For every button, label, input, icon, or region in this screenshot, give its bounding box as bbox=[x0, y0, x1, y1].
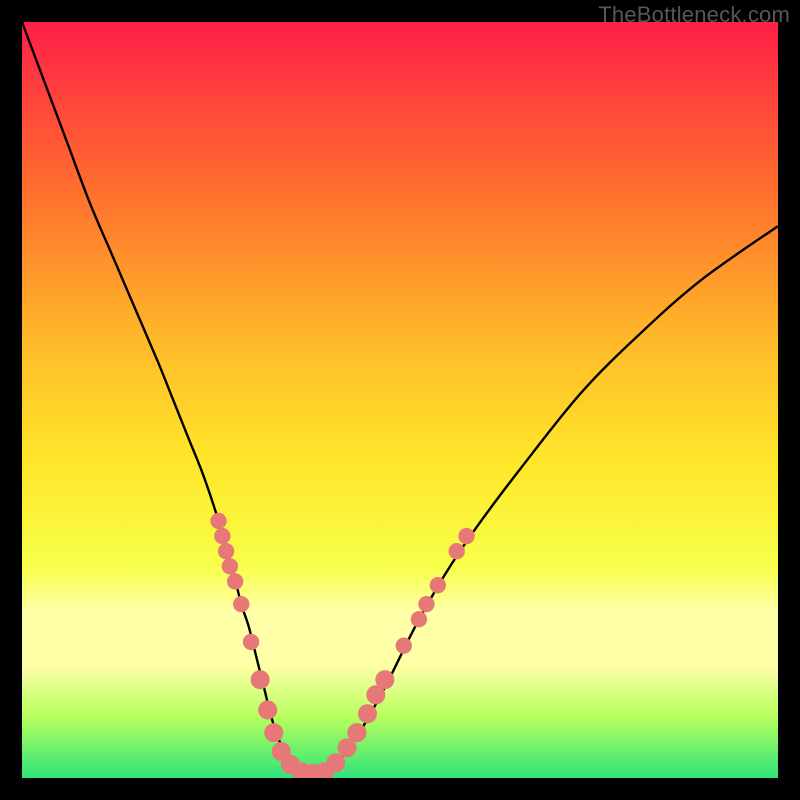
chart-svg bbox=[22, 22, 778, 778]
curve-marker bbox=[227, 573, 243, 589]
curve-marker bbox=[233, 596, 249, 612]
curve-marker bbox=[396, 638, 412, 654]
curve-marker bbox=[251, 670, 270, 689]
curve-marker bbox=[264, 723, 283, 742]
chart-frame: TheBottleneck.com bbox=[0, 0, 800, 800]
curve-marker bbox=[258, 700, 277, 719]
curve-marker bbox=[358, 704, 377, 723]
curve-marker bbox=[430, 577, 446, 593]
curve-marker bbox=[347, 723, 366, 742]
watermark-text: TheBottleneck.com bbox=[598, 2, 790, 28]
curve-marker bbox=[214, 528, 230, 544]
curve-marker bbox=[222, 558, 238, 574]
curve-marker bbox=[418, 596, 434, 612]
curve-marker bbox=[326, 753, 345, 772]
curve-marker bbox=[458, 528, 474, 544]
chart-plot-area bbox=[22, 22, 778, 778]
curve-marker bbox=[243, 634, 259, 650]
curve-marker bbox=[210, 513, 226, 529]
curve-marker bbox=[375, 670, 394, 689]
curve-marker bbox=[218, 543, 234, 559]
curve-marker bbox=[411, 611, 427, 627]
curve-marker bbox=[449, 543, 465, 559]
chart-background bbox=[22, 22, 778, 778]
